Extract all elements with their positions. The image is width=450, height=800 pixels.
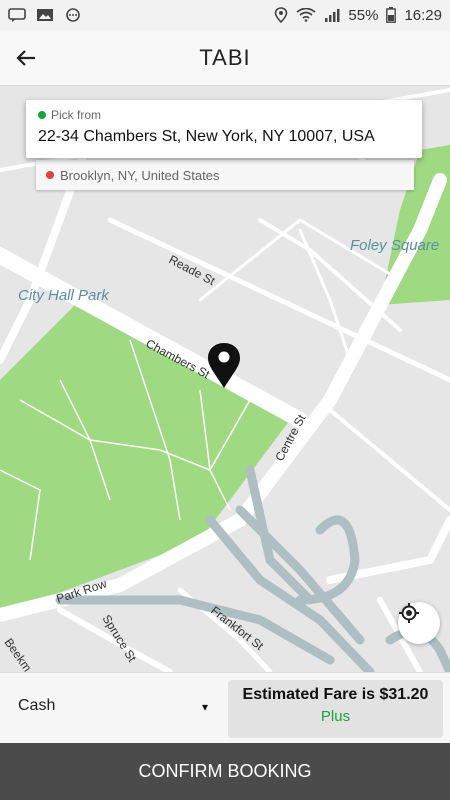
pickup-label: Pick from	[51, 108, 102, 122]
status-right-icons: 55% 16:29	[274, 7, 442, 24]
image-icon	[37, 9, 53, 21]
booking-panel: Cash ▾ Estimated Fare is $31.20 Plus	[0, 672, 450, 743]
back-button[interactable]	[8, 40, 44, 76]
wifi-icon	[296, 8, 316, 22]
status-left-icons	[8, 8, 82, 22]
payment-dropdown-icon[interactable]: ▾	[202, 700, 208, 714]
payment-method[interactable]: Cash	[18, 697, 55, 715]
battery-percent: 55%	[348, 6, 379, 24]
dropoff-card[interactable]: Brooklyn, NY, United States	[36, 160, 414, 190]
my-location-button[interactable]	[398, 602, 440, 644]
label-foley-square: Foley Square	[350, 237, 439, 254]
fare-estimate-box: Estimated Fare is $31.20 Plus	[228, 680, 443, 738]
pickup-card[interactable]: Pick from 22-34 Chambers St, New York, N…	[26, 100, 422, 158]
confirm-booking-button[interactable]: CONFIRM BOOKING	[0, 743, 450, 800]
fare-tier: Plus	[320, 708, 351, 725]
app-title: TABI	[199, 44, 251, 70]
status-time: 16:29	[404, 6, 442, 24]
pickup-label-row: Pick from	[38, 108, 410, 122]
app-bar: TABI	[0, 30, 450, 86]
arrow-left-icon	[16, 50, 35, 66]
estimated-fare: Estimated Fare is $31.20	[242, 686, 429, 703]
label-city-hall-park: City Hall Park	[18, 287, 110, 304]
pickup-address: 22-34 Chambers St, New York, NY 10007, U…	[38, 128, 375, 145]
more-icon	[66, 8, 80, 22]
signal-icon	[325, 9, 340, 22]
my-location-icon	[399, 603, 419, 623]
status-bar: 55% 16:29	[0, 0, 450, 30]
pickup-dot-icon	[38, 111, 46, 119]
battery-icon	[386, 7, 397, 23]
message-icon	[8, 8, 26, 22]
location-icon	[275, 7, 288, 23]
dropoff-dot-icon	[46, 171, 54, 179]
dropoff-address: Brooklyn, NY, United States	[60, 167, 220, 183]
